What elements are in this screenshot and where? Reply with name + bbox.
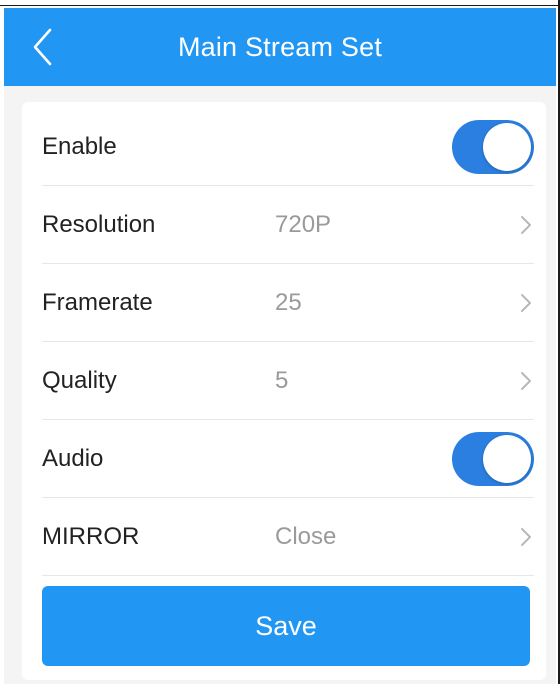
setting-row-enable: Enable bbox=[42, 108, 534, 186]
setting-row-mirror[interactable]: MIRROR Close bbox=[42, 498, 534, 576]
page-title: Main Stream Set bbox=[177, 31, 383, 62]
back-button[interactable] bbox=[22, 24, 62, 70]
setting-row-audio: Audio bbox=[42, 420, 534, 498]
chevron-right-icon bbox=[520, 342, 532, 419]
settings-card: Enable Resolution 720P Framerate 25 Qual… bbox=[22, 102, 546, 680]
quality-label: Quality bbox=[42, 366, 117, 394]
audio-label: Audio bbox=[42, 444, 104, 472]
chevron-right-icon bbox=[520, 264, 532, 341]
mirror-value: Close bbox=[275, 522, 337, 550]
toggle-knob bbox=[483, 123, 531, 171]
chevron-left-icon bbox=[33, 28, 52, 66]
resolution-value: 720P bbox=[275, 210, 332, 238]
setting-row-resolution[interactable]: Resolution 720P bbox=[42, 186, 534, 264]
quality-value: 5 bbox=[275, 366, 289, 394]
chevron-right-icon bbox=[520, 498, 532, 575]
audio-toggle[interactable] bbox=[452, 432, 534, 486]
framerate-label: Framerate bbox=[42, 288, 153, 316]
header-bar: Main Stream Set bbox=[4, 8, 556, 86]
enable-label: Enable bbox=[42, 132, 117, 160]
mirror-label: MIRROR bbox=[42, 522, 140, 550]
enable-toggle[interactable] bbox=[452, 120, 534, 174]
framerate-value: 25 bbox=[275, 288, 302, 316]
resolution-label: Resolution bbox=[42, 210, 156, 238]
setting-row-framerate[interactable]: Framerate 25 bbox=[42, 264, 534, 342]
top-rule bbox=[0, 0, 560, 6]
settings-panel: Enable Resolution 720P Framerate 25 Qual… bbox=[4, 86, 556, 684]
toggle-knob bbox=[483, 435, 531, 483]
setting-row-quality[interactable]: Quality 5 bbox=[42, 342, 534, 420]
chevron-right-icon bbox=[520, 186, 532, 263]
save-button[interactable]: Save bbox=[42, 586, 530, 666]
